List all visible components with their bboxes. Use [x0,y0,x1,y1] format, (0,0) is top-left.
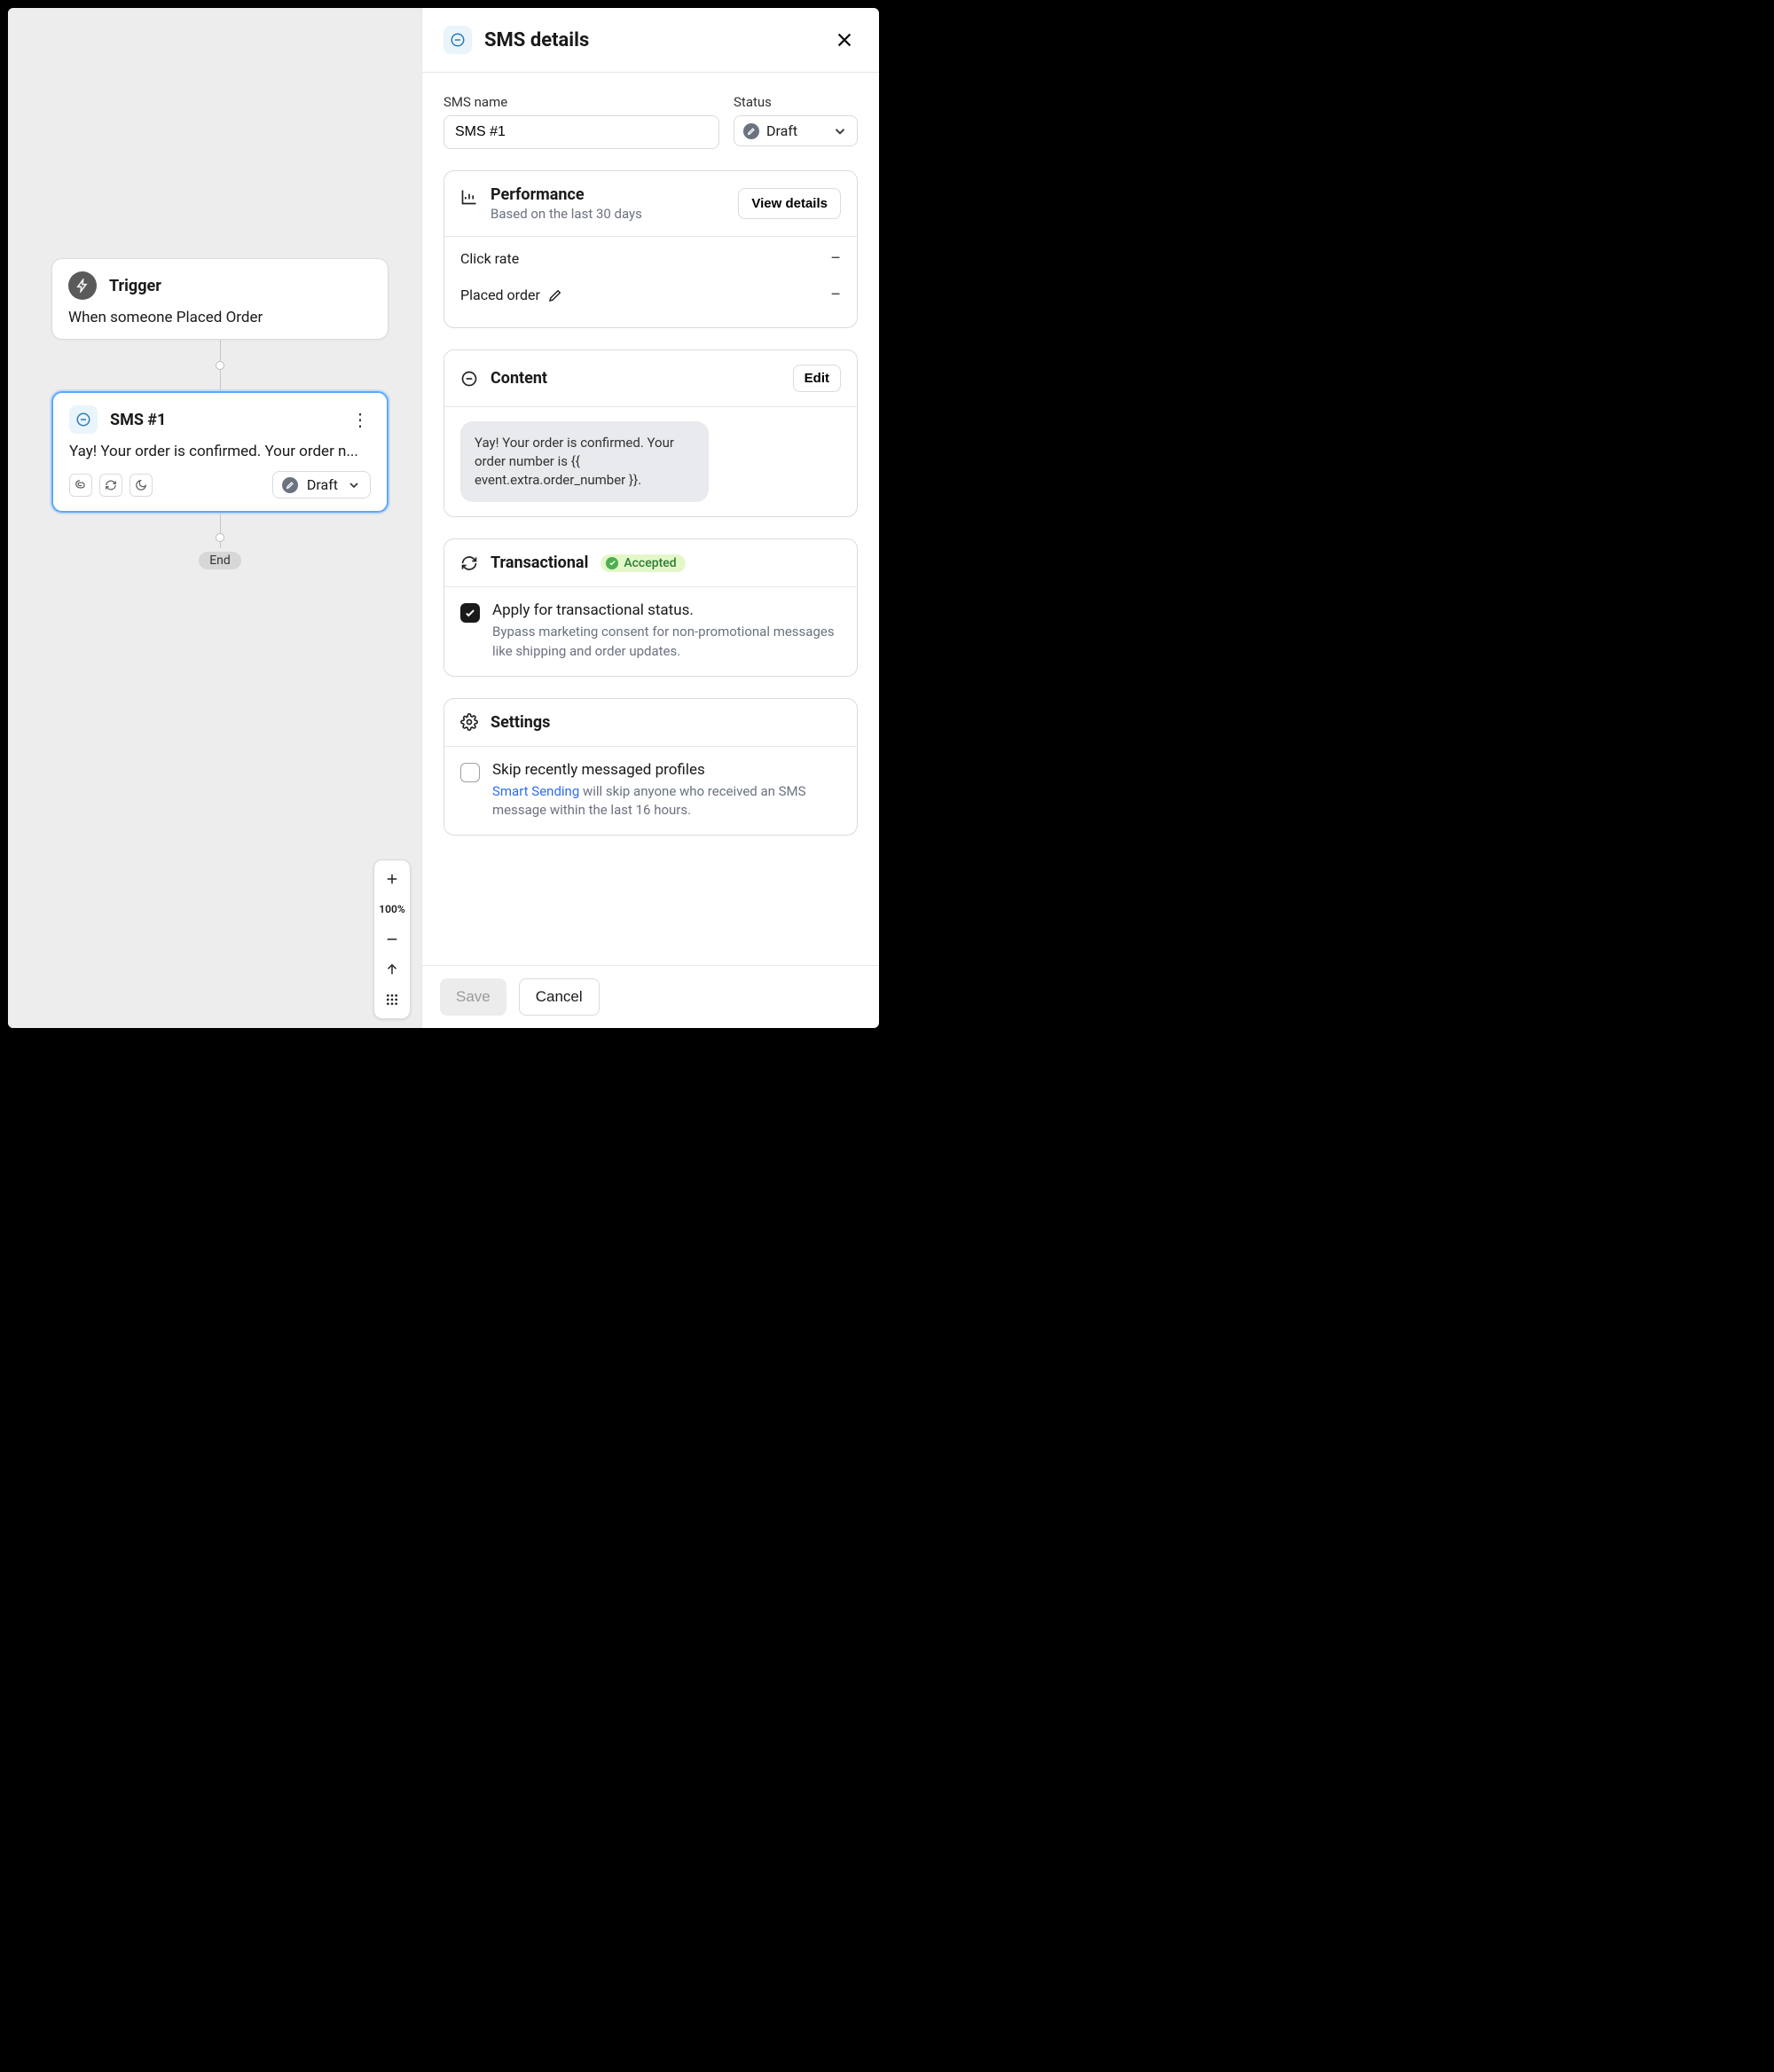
metric-value: – [830,249,841,268]
skip-recent-checkbox[interactable] [460,763,480,782]
connector [51,340,389,391]
chevron-down-icon [347,478,361,492]
content-card: Content Edit Yay! Your order is confirme… [444,349,858,517]
sms-node-title: SMS #1 [110,411,166,429]
attachment-icon [69,474,92,497]
status-select[interactable]: Draft [734,115,858,146]
metric-label: Click rate [460,250,519,267]
status-label: Status [734,94,858,110]
transactional-card: Transactional Accepted [444,538,858,677]
performance-subtitle: Based on the last 30 days [491,206,642,222]
message-icon [460,370,478,388]
settings-card: Settings Skip recently messaged profiles… [444,698,858,836]
sms-icon [444,26,472,54]
status-value: Draft [766,122,797,139]
view-details-button[interactable]: View details [738,188,841,219]
content-title: Content [491,369,547,388]
metric-label: Placed order [460,286,540,303]
check-circle-icon [606,557,618,569]
node-status-select[interactable]: Draft [272,471,371,498]
metric-row: Click rate – [460,240,841,277]
sms-node-preview: Yay! Your order is confirmed. Your order… [69,443,371,460]
skip-recent-desc: Smart Sending will skip anyone who recei… [492,782,841,821]
performance-title: Performance [491,185,642,204]
node-status-label: Draft [307,476,338,493]
zoom-out-button[interactable] [374,924,410,954]
gear-icon [460,713,478,731]
draft-status-icon [743,123,759,139]
fit-view-button[interactable] [374,954,410,985]
trigger-description: When someone Placed Order [68,309,372,326]
save-button[interactable]: Save [440,978,506,1016]
zoom-in-button[interactable] [374,864,410,894]
trigger-node[interactable]: Trigger When someone Placed Order [51,258,389,340]
zoom-level: 100% [374,894,410,924]
performance-card: Performance Based on the last 30 days Vi… [444,170,858,328]
settings-title: Settings [491,713,550,732]
grid-button[interactable] [374,985,410,1015]
trigger-title: Trigger [109,277,161,295]
flow-canvas[interactable]: Trigger When someone Placed Order SM [8,8,421,1028]
cancel-button[interactable]: Cancel [519,978,600,1016]
message-preview: Yay! Your order is confirmed. Your order… [460,421,709,502]
sms-name-label: SMS name [444,94,719,110]
refresh-icon [99,474,122,497]
apply-transactional-label: Apply for transactional status. [492,601,841,619]
draft-status-icon [282,477,298,493]
canvas-controls: 100% [373,859,411,1019]
metric-value: – [830,286,841,304]
end-chip: End [199,552,241,569]
sms-name-input[interactable] [444,115,719,149]
sms-icon [69,405,98,434]
sms-node[interactable]: SMS #1 ⋮ Yay! Your order is confirmed. Y… [51,391,389,513]
details-panel: SMS details SMS name Status [421,8,879,1028]
close-button[interactable] [831,27,858,53]
smart-sending-link[interactable]: Smart Sending [492,783,579,799]
transactional-icon [460,554,478,572]
moon-icon [130,474,153,497]
accepted-badge: Accepted [600,554,685,572]
apply-transactional-checkbox[interactable] [460,603,480,623]
chevron-down-icon [832,123,848,139]
node-more-icon[interactable]: ⋮ [349,411,371,428]
connector [51,513,389,548]
panel-title: SMS details [484,29,589,51]
metric-row: Placed order – [460,277,841,313]
bolt-icon [68,271,97,300]
apply-transactional-desc: Bypass marketing consent for non-promoti… [492,623,841,662]
edit-content-button[interactable]: Edit [793,365,841,392]
skip-recent-label: Skip recently messaged profiles [492,761,841,779]
transactional-title: Transactional [491,553,588,572]
edit-metric-icon[interactable] [547,287,563,303]
bar-chart-icon [460,185,478,206]
